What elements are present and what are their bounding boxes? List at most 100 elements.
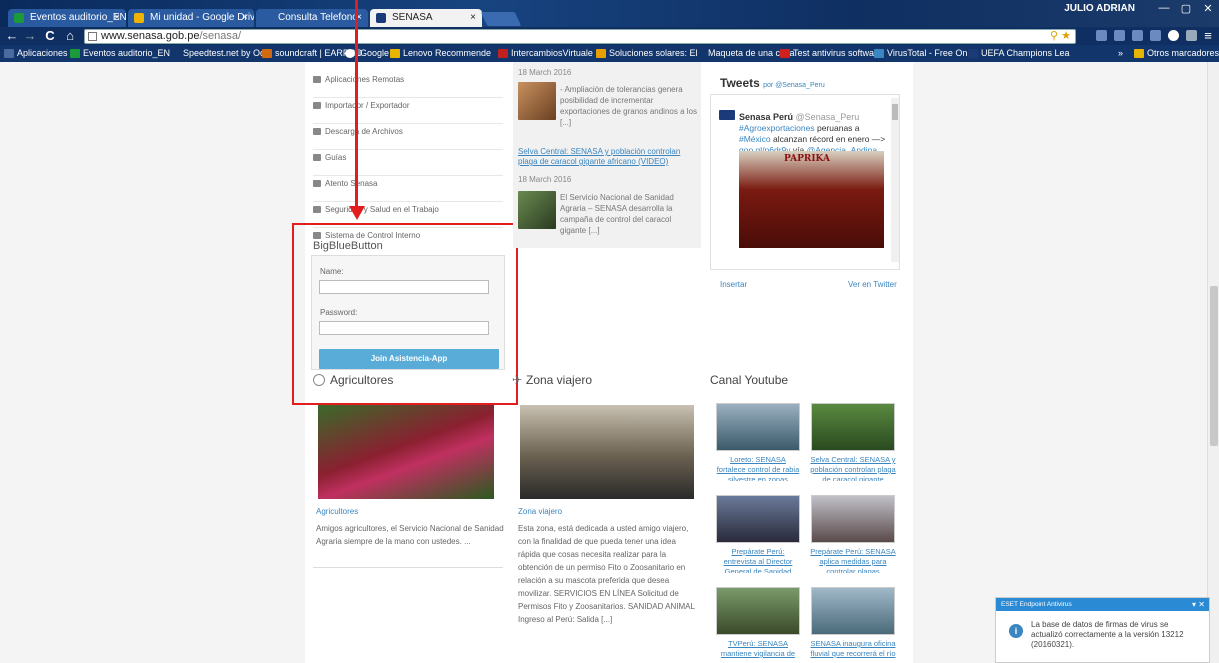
- rss-icon: [313, 180, 321, 187]
- eset-message: La base de datos de firmas de virus se a…: [1031, 620, 1184, 649]
- tweet-image[interactable]: PAPRIKA: [739, 151, 884, 248]
- video-thumbnail[interactable]: [811, 495, 895, 543]
- menu-atento-senasa[interactable]: Atento Senasa: [313, 176, 503, 202]
- truck-icon: [313, 102, 321, 109]
- bookmark-item[interactable]: Test antivirus softwar: [780, 47, 877, 60]
- page-scrollbar[interactable]: [1207, 62, 1219, 663]
- other-bookmarks-folder[interactable]: Otros marcadores: [1134, 47, 1219, 60]
- uefa-icon: [968, 49, 978, 58]
- folder-icon: [390, 49, 400, 58]
- bookmark-apps[interactable]: Aplicaciones: [4, 47, 68, 60]
- virustotal-icon: [874, 49, 884, 58]
- solar-icon: [596, 49, 606, 58]
- user-shield-icon: [313, 206, 321, 213]
- news-title-link[interactable]: Selva Central: SENASA y población contro…: [518, 147, 700, 167]
- zona-viajero-caption-text: Esta zona, está dedicada a usted amigo v…: [518, 524, 695, 624]
- tab-senasa[interactable]: SENASA ×: [370, 9, 482, 27]
- video-title-link[interactable]: SENASA inaugura oficina fluvial que reco…: [810, 639, 896, 661]
- section-youtube-title: Canal Youtube: [710, 373, 789, 387]
- menu-icon[interactable]: ≡: [1200, 27, 1216, 45]
- menu-descarga-archivos[interactable]: Descarga de Archivos: [313, 124, 503, 150]
- extension-icon[interactable]: [1150, 30, 1161, 41]
- video-title-link[interactable]: TVPerú: SENASA mantiene vigilancia de pl…: [715, 639, 801, 661]
- tweet-author[interactable]: Senasa Perú @Senasa_Peru: [739, 112, 859, 122]
- browser-toolbar: ← → C ⌂ www.senasa.gob.pe/senasa/ ⚲ ★ ≡: [0, 27, 1219, 45]
- home-button[interactable]: ⌂: [62, 27, 78, 45]
- minimize-button[interactable]: —: [1153, 2, 1175, 14]
- url-domain: www.senasa.gob.pe: [101, 30, 200, 42]
- profile-name[interactable]: JULIO ADRIAN: [1064, 3, 1135, 14]
- tweet-scrollbar[interactable]: [891, 98, 899, 262]
- annotation-arrow-head: [349, 206, 365, 220]
- view-on-twitter-link[interactable]: Ver en Twitter: [848, 280, 897, 289]
- bookmark-item[interactable]: Eventos auditorio_EN: [70, 47, 170, 60]
- google-icon: [345, 49, 355, 58]
- maximize-button[interactable]: ▢: [1175, 2, 1197, 15]
- news-thumbnail[interactable]: [518, 82, 556, 120]
- drive-favicon-icon: [134, 13, 144, 23]
- back-button[interactable]: ←: [4, 27, 20, 45]
- menu-guias[interactable]: Guías: [313, 150, 503, 176]
- zona-viajero-caption-title[interactable]: Zona viajero: [518, 507, 562, 516]
- close-tab-icon[interactable]: ×: [470, 9, 476, 27]
- sheets-favicon-icon: [14, 13, 24, 23]
- bookmark-item[interactable]: Speedtest.net by Ook: [170, 47, 270, 60]
- close-tab-icon[interactable]: ×: [114, 9, 120, 27]
- close-tab-icon[interactable]: ×: [242, 9, 248, 27]
- more-bookmarks-button[interactable]: »: [1118, 47, 1123, 60]
- close-icon[interactable]: ▾ ✕: [1192, 598, 1205, 611]
- video-thumbnail[interactable]: [716, 495, 800, 543]
- video-thumbnail[interactable]: [716, 587, 800, 635]
- card-divider: [313, 567, 503, 568]
- video-title-link[interactable]: Loreto: SENASA fortalece control de rabi…: [715, 455, 801, 481]
- bookmark-item[interactable]: Soluciones solares: El: [596, 47, 698, 60]
- page-icon: [88, 32, 97, 41]
- bookmark-item[interactable]: VirusTotal - Free Onli: [874, 47, 971, 60]
- address-bar[interactable]: www.senasa.gob.pe/senasa/ ⚲ ★: [84, 29, 1076, 44]
- video-title-link[interactable]: Prepárate Perú: SENASA aplica medidas pa…: [810, 547, 896, 573]
- news-summary: El Servicio Nacional de Sanidad Agraria …: [560, 193, 674, 235]
- soundcraft-icon: [262, 49, 272, 58]
- forward-button[interactable]: →: [22, 27, 38, 45]
- tab-strip: Eventos auditorio_ENERO × Mi unidad - Go…: [0, 0, 1219, 27]
- news-date: 18 March 2016: [518, 175, 572, 184]
- tab-google-drive[interactable]: Mi unidad - Google Drive ×: [128, 9, 254, 27]
- bookmark-item[interactable]: Lenovo Recommende: [390, 47, 491, 60]
- video-title-link[interactable]: Selva Central: SENASA y población contro…: [810, 455, 896, 481]
- reload-button[interactable]: C: [42, 27, 58, 45]
- close-window-button[interactable]: ✕: [1197, 2, 1219, 15]
- extension-icon[interactable]: [1096, 30, 1107, 41]
- bookmark-item[interactable]: UEFA Champions Lea: [968, 47, 1070, 60]
- extension-icon[interactable]: [1168, 30, 1179, 41]
- extension-icon[interactable]: [1186, 30, 1197, 41]
- extension-icon[interactable]: [1132, 30, 1143, 41]
- agricultores-caption-title[interactable]: Agricultores: [316, 507, 358, 516]
- agricultores-caption-text: Amigos agricultores, el Servicio Naciona…: [316, 524, 504, 546]
- sheets-icon: [70, 49, 80, 58]
- bookmark-item[interactable]: IntercambiosVirtuale: [498, 47, 593, 60]
- video-thumbnail[interactable]: [811, 587, 895, 635]
- tab-consulta-telefono[interactable]: Consulta Telefono ×: [256, 9, 368, 27]
- zona-viajero-photo[interactable]: [520, 405, 694, 499]
- video-title-link[interactable]: Prepárate Perú: entrevista al Director G…: [715, 547, 801, 573]
- news-thumbnail[interactable]: [518, 191, 556, 229]
- tab-eventos[interactable]: Eventos auditorio_ENERO ×: [8, 9, 126, 27]
- menu-aplicaciones-remotas[interactable]: Aplicaciones Remotas: [313, 72, 503, 98]
- scroll-thumb[interactable]: [1210, 286, 1218, 446]
- bookmark-star-icon[interactable]: ⚲ ★: [1050, 30, 1071, 43]
- url-path: /senasa/: [199, 30, 242, 42]
- annotation-highlight-box: [292, 223, 518, 405]
- new-tab-button[interactable]: [480, 12, 522, 26]
- extension-icon[interactable]: [1114, 30, 1125, 41]
- senasa-avatar[interactable]: [719, 110, 735, 120]
- menu-importador-exportador[interactable]: Importador / Exportador: [313, 98, 503, 124]
- insert-link[interactable]: Insertar: [720, 280, 747, 289]
- video-thumbnail[interactable]: [811, 403, 895, 451]
- tweets-heading: Tweets por @Senasa_Peru: [720, 76, 825, 90]
- agricultores-photo[interactable]: [318, 405, 494, 499]
- scroll-thumb[interactable]: [892, 104, 898, 120]
- bookmark-item[interactable]: iGoogle: [345, 47, 389, 60]
- grid-icon: [313, 154, 321, 161]
- video-thumbnail[interactable]: [716, 403, 800, 451]
- apps-icon: [4, 49, 14, 58]
